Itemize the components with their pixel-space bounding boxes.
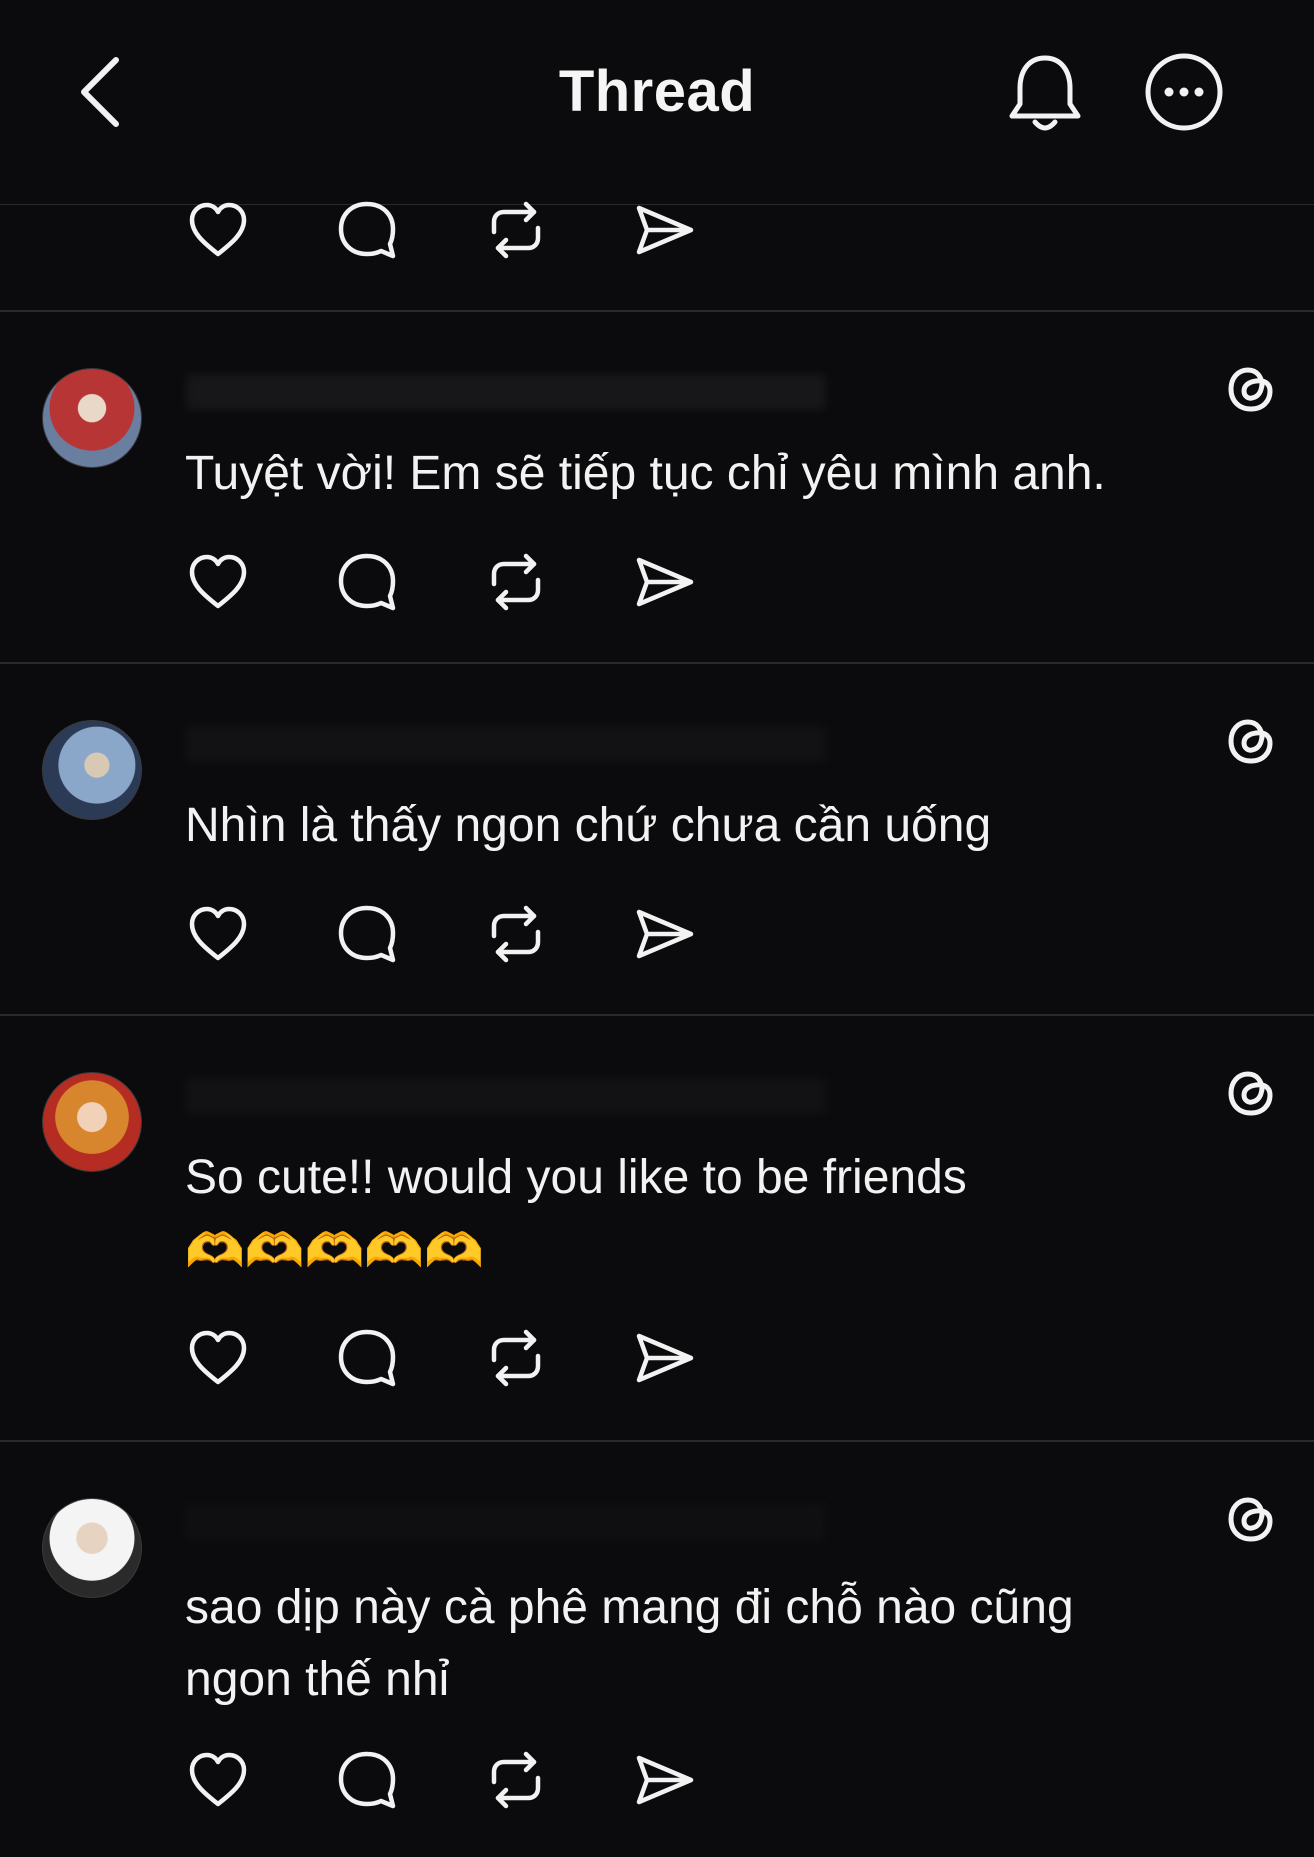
- comment-icon: [333, 1324, 401, 1392]
- share-button[interactable]: [627, 1742, 703, 1818]
- threads-icon[interactable]: [1218, 1060, 1282, 1124]
- post-text: sao dịp này cà phê mang đi chỗ nào cũng …: [185, 1581, 1074, 1706]
- like-button[interactable]: [180, 1742, 256, 1818]
- username-redacted[interactable]: [186, 1504, 826, 1540]
- comment-icon: [333, 900, 401, 968]
- post-text: Tuyệt vời! Em sẽ tiếp tục chỉ yêu mình a…: [185, 447, 1106, 500]
- action-row: [180, 1742, 776, 1818]
- reply-button[interactable]: [329, 1742, 405, 1818]
- comment-icon: [333, 196, 401, 264]
- heart-icon: [184, 1746, 252, 1814]
- more-options-button[interactable]: [1142, 50, 1226, 134]
- repost-icon: [482, 548, 550, 616]
- reply-post: Nhìn là thấy ngon chứ chưa cần uống: [0, 664, 1314, 1014]
- reply-button[interactable]: [329, 1320, 405, 1396]
- heart-icon: [184, 900, 252, 968]
- comment-icon: [333, 1746, 401, 1814]
- like-button[interactable]: [180, 544, 256, 620]
- reply-post: Tuyệt vời! Em sẽ tiếp tục chỉ yêu mình a…: [0, 312, 1314, 662]
- threads-icon[interactable]: [1218, 1486, 1282, 1550]
- heart-hands-emoji: 🫶🫶🫶🫶🫶: [185, 1225, 484, 1279]
- reply-post: So cute!! would you like to be friends 🫶…: [0, 1016, 1314, 1440]
- share-icon: [631, 1324, 699, 1392]
- share-button[interactable]: [627, 896, 703, 972]
- like-button[interactable]: [180, 192, 256, 268]
- heart-icon: [184, 548, 252, 616]
- notifications-button[interactable]: [1000, 48, 1090, 138]
- repost-button[interactable]: [478, 192, 554, 268]
- action-row: [180, 544, 776, 620]
- reply-button[interactable]: [329, 192, 405, 268]
- action-row: [180, 896, 776, 972]
- heart-icon: [184, 1324, 252, 1392]
- threads-icon[interactable]: [1218, 708, 1282, 772]
- repost-icon: [482, 1746, 550, 1814]
- reply-post: sao dịp này cà phê mang đi chỗ nào cũng …: [0, 1442, 1314, 1857]
- more-icon: [1145, 53, 1223, 131]
- avatar[interactable]: [42, 368, 142, 468]
- reply-button[interactable]: [329, 896, 405, 972]
- share-icon: [631, 548, 699, 616]
- avatar[interactable]: [42, 1072, 142, 1172]
- username-redacted[interactable]: [186, 1078, 826, 1114]
- share-icon: [631, 900, 699, 968]
- share-icon: [631, 1746, 699, 1814]
- share-button[interactable]: [627, 1320, 703, 1396]
- post-text: So cute!! would you like to be friends 🫶…: [185, 1142, 1255, 1288]
- heart-icon: [184, 196, 252, 264]
- post-text: Nhìn là thấy ngon chứ chưa cần uống: [185, 799, 992, 852]
- repost-icon: [482, 900, 550, 968]
- repost-button[interactable]: [478, 1742, 554, 1818]
- username-redacted[interactable]: [186, 726, 826, 762]
- share-icon: [631, 196, 699, 264]
- username-redacted[interactable]: [186, 374, 826, 410]
- threads-icon[interactable]: [1218, 356, 1282, 420]
- header-bar: Thread: [0, 0, 1314, 205]
- avatar[interactable]: [42, 1498, 142, 1598]
- repost-button[interactable]: [478, 896, 554, 972]
- repost-button[interactable]: [478, 1320, 554, 1396]
- action-row-top: [180, 192, 776, 268]
- like-button[interactable]: [180, 1320, 256, 1396]
- post-text-body: So cute!! would you like to be friends: [185, 1151, 967, 1204]
- share-button[interactable]: [627, 192, 703, 268]
- like-button[interactable]: [180, 896, 256, 972]
- repost-icon: [482, 196, 550, 264]
- avatar[interactable]: [42, 720, 142, 820]
- comment-icon: [333, 548, 401, 616]
- repost-icon: [482, 1324, 550, 1392]
- action-row: [180, 1320, 776, 1396]
- share-button[interactable]: [627, 544, 703, 620]
- page-title: Thread: [558, 59, 756, 124]
- repost-button[interactable]: [478, 544, 554, 620]
- bell-icon: [1009, 55, 1081, 131]
- reply-button[interactable]: [329, 544, 405, 620]
